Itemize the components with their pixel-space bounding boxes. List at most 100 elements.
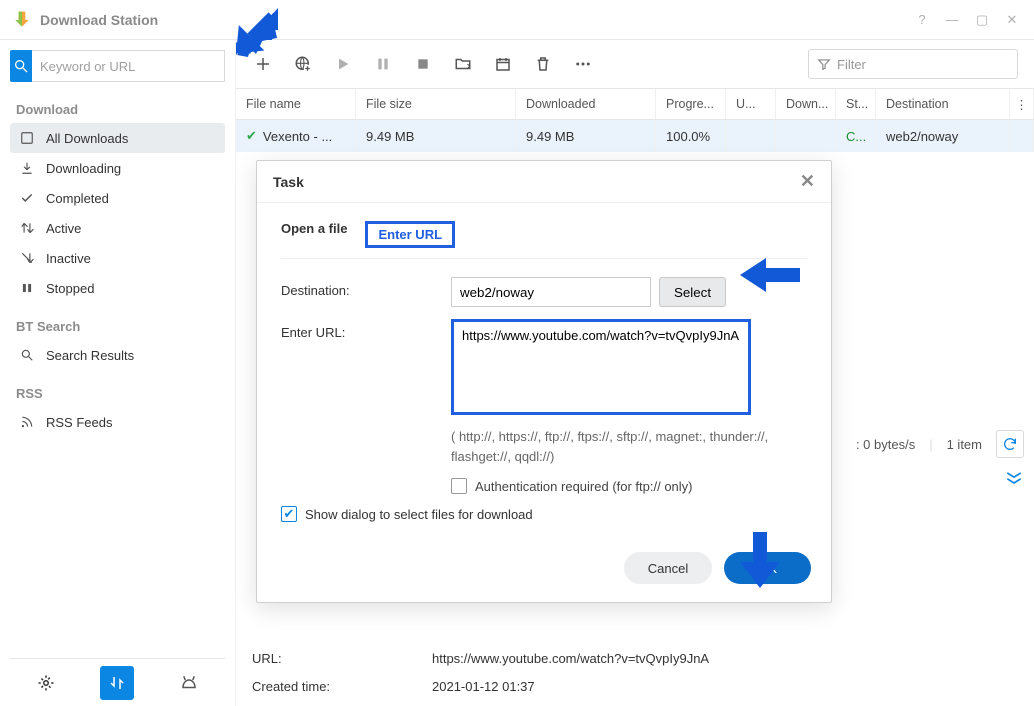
emule-icon <box>180 674 198 692</box>
search-icon <box>13 58 29 74</box>
refresh-icon <box>1002 436 1018 452</box>
sidebar-item-search-results[interactable]: Search Results <box>10 340 225 370</box>
downloads-panel-button[interactable] <box>100 666 134 700</box>
destination-label: Destination: <box>281 277 451 298</box>
table-header: File name File size Downloaded Progre...… <box>236 88 1034 120</box>
sidebar-item-stopped[interactable]: Stopped <box>10 273 225 303</box>
sidebar-item-all-downloads[interactable]: All Downloads <box>10 123 225 153</box>
cell-upload <box>726 120 776 152</box>
col-name[interactable]: File name <box>236 89 356 119</box>
col-downloaded[interactable]: Downloaded <box>516 89 656 119</box>
annotation-arrow-select <box>740 254 802 296</box>
sidebar-item-downloading[interactable]: Downloading <box>10 153 225 183</box>
help-button[interactable]: ? <box>912 10 932 30</box>
trash-icon <box>534 55 552 73</box>
sidebar: Download All Downloads Downloading Compl… <box>0 40 236 706</box>
all-downloads-icon <box>18 129 36 147</box>
emule-button[interactable] <box>172 666 206 700</box>
sidebar-item-label: Downloading <box>46 161 121 176</box>
sidebar-bottom <box>10 658 225 706</box>
more-icon <box>574 55 592 73</box>
sidebar-item-label: RSS Feeds <box>46 415 112 430</box>
active-icon <box>18 219 36 237</box>
status-count: 1 item <box>947 437 982 452</box>
details-created-label: Created time: <box>252 679 432 694</box>
inactive-icon <box>18 249 36 267</box>
move-button[interactable] <box>452 53 474 75</box>
sidebar-item-rss-feeds[interactable]: RSS Feeds <box>10 407 225 437</box>
filter-input[interactable]: Filter <box>808 49 1018 79</box>
dialog-close-button[interactable]: ✕ <box>800 171 815 192</box>
sidebar-item-label: Inactive <box>46 251 91 266</box>
check-icon: ✔ <box>246 128 257 144</box>
maximize-button[interactable]: ▢ <box>972 10 992 30</box>
status-speed: : 0 bytes/s <box>856 437 915 452</box>
tab-enter-url[interactable]: Enter URL <box>365 221 455 248</box>
delete-button[interactable] <box>532 53 554 75</box>
folder-move-icon <box>454 55 472 73</box>
dialog-title: Task <box>273 174 304 190</box>
globe-plus-icon <box>294 55 312 73</box>
add-url-button[interactable] <box>292 53 314 75</box>
col-size[interactable]: File size <box>356 89 516 119</box>
search-input[interactable] <box>32 50 225 82</box>
refresh-button[interactable] <box>996 430 1024 458</box>
settings-button[interactable] <box>29 666 63 700</box>
sidebar-item-label: Completed <box>46 191 109 206</box>
rss-icon <box>18 413 36 431</box>
cell-progress: 100.0% <box>656 120 726 152</box>
col-status[interactable]: St... <box>836 89 876 119</box>
minimize-button[interactable]: — <box>942 10 962 30</box>
expand-details-button[interactable] <box>1004 470 1024 489</box>
destination-input[interactable] <box>451 277 651 307</box>
downloading-icon <box>18 159 36 177</box>
url-textarea[interactable] <box>451 319 751 415</box>
transfer-icon <box>108 674 126 692</box>
completed-icon <box>18 189 36 207</box>
sidebar-item-active[interactable]: Active <box>10 213 225 243</box>
show-dialog-checkbox[interactable]: ✔ <box>281 506 297 522</box>
select-destination-button[interactable]: Select <box>659 277 726 307</box>
details-url-value: https://www.youtube.com/watch?v=tvQvpIy9… <box>432 651 709 666</box>
titlebar: Download Station ? — ▢ ✕ <box>0 0 1034 40</box>
auth-label: Authentication required (for ftp:// only… <box>475 479 693 494</box>
status-bar: : 0 bytes/s | 1 item <box>856 430 1024 458</box>
play-icon <box>335 56 351 72</box>
pause-button[interactable] <box>372 53 394 75</box>
col-menu-button[interactable]: ⋮ <box>1010 89 1034 119</box>
resume-button[interactable] <box>332 53 354 75</box>
stopped-icon <box>18 279 36 297</box>
sidebar-item-label: Active <box>46 221 81 236</box>
sidebar-item-inactive[interactable]: Inactive <box>10 243 225 273</box>
col-destination[interactable]: Destination <box>876 89 1010 119</box>
section-bt-title: BT Search <box>10 313 225 340</box>
toolbar: Filter <box>236 40 1034 88</box>
more-button[interactable] <box>572 53 594 75</box>
tab-open-file[interactable]: Open a file <box>281 221 347 248</box>
pause-icon <box>375 56 391 72</box>
sidebar-item-label: All Downloads <box>46 131 128 146</box>
auth-checkbox[interactable] <box>451 478 467 494</box>
stop-button[interactable] <box>412 53 434 75</box>
cancel-button[interactable]: Cancel <box>624 552 712 584</box>
app-icon <box>12 10 32 30</box>
cell-size: 9.49 MB <box>356 120 516 152</box>
section-rss-title: RSS <box>10 380 225 407</box>
stop-icon <box>415 56 431 72</box>
cell-downloaded: 9.49 MB <box>516 120 656 152</box>
search-wrap <box>10 50 225 82</box>
col-download[interactable]: Down... <box>776 89 836 119</box>
schedule-icon <box>494 55 512 73</box>
sidebar-item-completed[interactable]: Completed <box>10 183 225 213</box>
details-created-value: 2021-01-12 01:37 <box>432 679 535 694</box>
search-results-icon <box>18 346 36 364</box>
col-progress[interactable]: Progre... <box>656 89 726 119</box>
table-row[interactable]: ✔Vexento - ... 9.49 MB 9.49 MB 100.0% C.… <box>236 120 1034 152</box>
section-download-title: Download <box>10 96 225 123</box>
search-button[interactable] <box>10 50 32 82</box>
dialog-header: Task ✕ <box>257 161 831 203</box>
funnel-icon <box>817 57 831 71</box>
schedule-button[interactable] <box>492 53 514 75</box>
close-window-button[interactable]: ✕ <box>1002 10 1022 30</box>
col-upload[interactable]: U... <box>726 89 776 119</box>
